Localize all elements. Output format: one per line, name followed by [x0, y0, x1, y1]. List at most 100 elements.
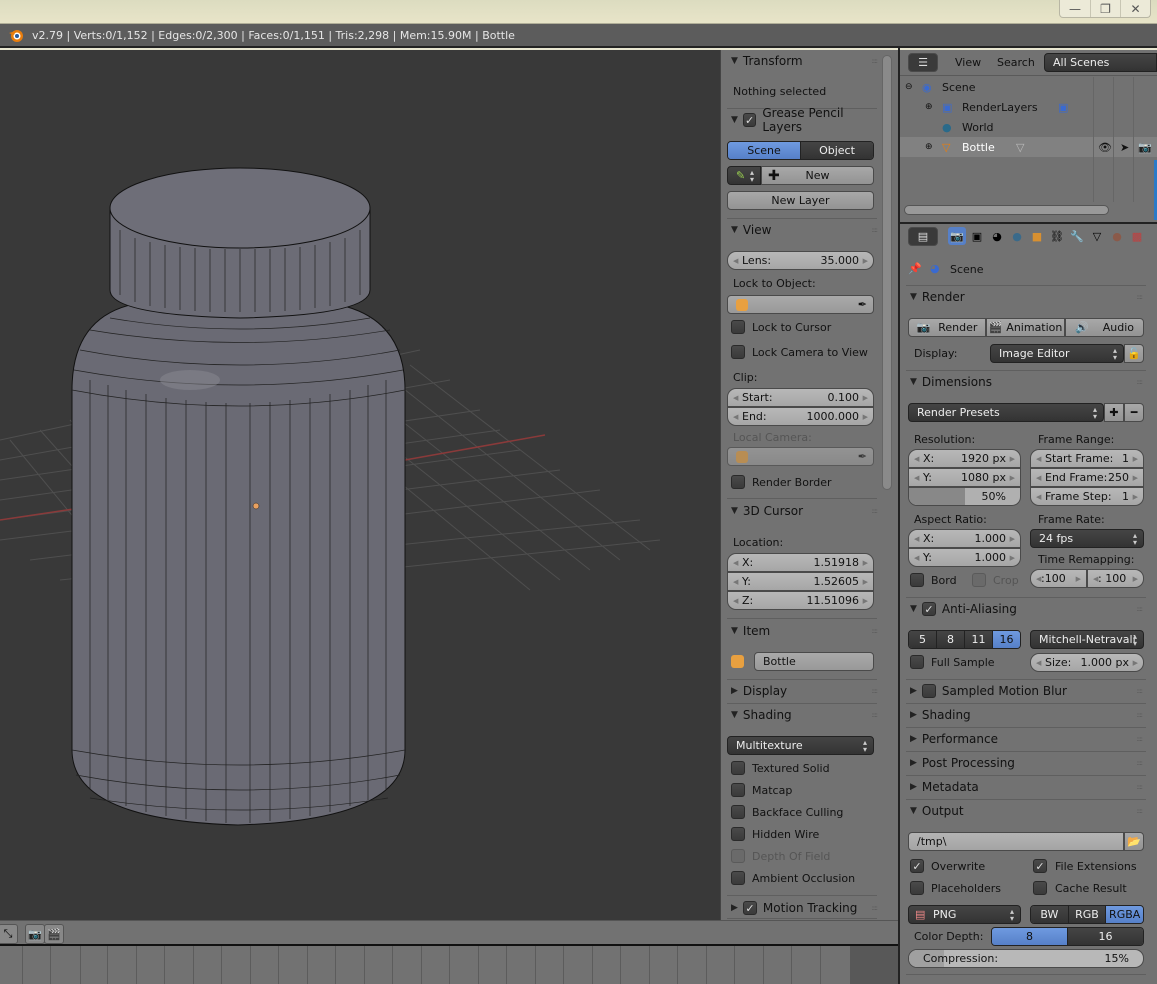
bottle-mesh[interactable] — [71, 167, 406, 826]
file-format-dropdown[interactable]: ▤ PNG ▴ ▾ — [908, 905, 1021, 924]
display-panel-header[interactable]: ▶ Display:::: — [721, 680, 881, 702]
dimensions-panel-header[interactable]: ▼ Dimensions:::: — [900, 371, 1146, 393]
drag-handle-icon[interactable]: :::: — [1137, 378, 1144, 386]
render-button[interactable]: 📷 Render — [908, 318, 986, 337]
render-border-checkbox[interactable] — [731, 475, 745, 489]
resolution-percentage-slider[interactable]: 50% — [908, 487, 1021, 506]
border-checkbox[interactable] — [910, 573, 924, 587]
blender-logo-icon[interactable] — [8, 27, 24, 43]
3d-viewport[interactable] — [0, 50, 720, 920]
color-mode-rgba[interactable]: RGBA — [1105, 906, 1143, 923]
fullscreen-toggle-icon[interactable]: ⤡ — [0, 924, 18, 944]
tab-render-icon[interactable]: 📷 — [948, 227, 966, 245]
cursor-y-field[interactable]: ◀ Y: 1.52605 ▶ — [727, 572, 874, 591]
overwrite-checkbox[interactable]: ✓ — [910, 859, 924, 873]
tab-scene-icon[interactable]: ◕ — [988, 227, 1006, 245]
object-toggle[interactable]: Object — [800, 142, 873, 159]
frame-step-field[interactable]: ◀ Frame Step: 1 ▶ — [1030, 487, 1144, 506]
textured-solid-checkbox[interactable] — [731, 761, 745, 775]
ambient-occlusion-checkbox[interactable] — [731, 871, 745, 885]
tree-item-bottle[interactable]: ⊕ ▽ Bottle ▽ 👁 ➤ 📷 — [900, 137, 1157, 157]
drag-handle-icon[interactable]: :::: — [1137, 711, 1144, 719]
editor-type-dropdown[interactable]: ☰ — [908, 53, 938, 72]
tree-item-renderlayers[interactable]: ⊕ ▣ RenderLayers ▣ — [900, 97, 1157, 117]
time-remap-old-field[interactable]: ◀:100 ▶ — [1030, 569, 1087, 588]
view-panel-header[interactable]: ▼ View:::: — [721, 219, 881, 241]
close-button[interactable]: ✕ — [1120, 0, 1150, 17]
drag-handle-icon[interactable]: :::: — [872, 687, 879, 695]
color-depth-8[interactable]: 8 — [992, 928, 1067, 945]
object-name-field[interactable]: Bottle — [754, 652, 874, 671]
drag-handle-icon[interactable]: :::: — [1137, 807, 1144, 815]
drag-handle-icon[interactable]: :::: — [872, 507, 879, 515]
render-animation-icon[interactable]: 🎬 — [44, 924, 64, 944]
color-depth-16[interactable]: 16 — [1067, 928, 1143, 945]
output-path-field[interactable]: /tmp\ — [908, 832, 1124, 851]
drag-handle-icon[interactable]: :::: — [1137, 735, 1144, 743]
render-still-icon[interactable]: 📷 — [25, 924, 45, 944]
lock-interface-button[interactable]: 🔓 — [1124, 344, 1144, 363]
resolution-x-field[interactable]: ◀ X: 1920 px ▶ — [908, 449, 1021, 468]
post-processing-panel-header[interactable]: ▶ Post Processing:::: — [900, 752, 1146, 774]
aa-samples-16[interactable]: 16 — [992, 631, 1020, 648]
eyedropper-icon[interactable]: ✒ — [858, 298, 867, 311]
scene-toggle[interactable]: Scene — [728, 142, 800, 159]
performance-panel-header[interactable]: ▶ Performance:::: — [900, 728, 1146, 750]
clip-end-field[interactable]: ◀ End: 1000.000 ▶ — [727, 407, 874, 426]
collapse-icon[interactable]: ⊖ — [905, 82, 913, 92]
filter-size-field[interactable]: ◀ Size: 1.000 px ▶ — [1030, 653, 1144, 672]
backface-culling-checkbox[interactable] — [731, 805, 745, 819]
shading-mode-dropdown[interactable]: Multitexture ▴ ▾ — [727, 736, 874, 755]
timeline-area[interactable] — [0, 946, 898, 984]
clip-start-field[interactable]: ◀ Start: 0.100 ▶ — [727, 388, 874, 407]
drag-handle-icon[interactable]: :::: — [872, 711, 879, 719]
motion-blur-checkbox[interactable] — [921, 684, 936, 698]
file-extensions-checkbox[interactable]: ✓ — [1033, 859, 1047, 873]
drag-handle-icon[interactable]: :::: — [872, 904, 879, 912]
drag-handle-icon[interactable]: :::: — [1137, 605, 1144, 613]
remove-preset-button[interactable]: ━ — [1124, 403, 1144, 422]
aa-samples-11[interactable]: 11 — [964, 631, 992, 648]
render-display-dropdown[interactable]: Image Editor ▴ ▾ — [990, 344, 1124, 363]
shading-panel-header[interactable]: ▼ Shading:::: — [721, 704, 881, 726]
visibility-eye-icon[interactable]: 👁 — [1098, 141, 1112, 154]
tree-item-scene[interactable]: ⊖ ◉ Scene — [900, 77, 1157, 97]
metadata-panel-header[interactable]: ▶ Metadata:::: — [900, 776, 1146, 798]
placeholders-checkbox[interactable] — [910, 881, 924, 895]
end-frame-field[interactable]: ◀ End Frame: 250 ▶ — [1030, 468, 1144, 487]
viewport-scene[interactable] — [0, 50, 720, 920]
aspect-x-field[interactable]: ◀ X: 1.000 ▶ — [908, 529, 1021, 548]
full-sample-checkbox[interactable] — [910, 655, 924, 669]
motion-tracking-checkbox[interactable]: ✓ — [742, 901, 757, 915]
crop-checkbox[interactable] — [972, 573, 986, 587]
drag-handle-icon[interactable]: :::: — [872, 57, 879, 65]
drag-handle-icon[interactable]: :::: — [1137, 293, 1144, 301]
render-presets-dropdown[interactable]: Render Presets ▴ ▾ — [908, 403, 1104, 422]
tab-world-icon[interactable]: ● — [1008, 227, 1026, 245]
audio-button[interactable]: 🔊 Audio — [1065, 318, 1144, 337]
motion-tracking-header[interactable]: ▶ ✓ Motion Tracking:::: — [721, 897, 881, 919]
time-remap-new-field[interactable]: ◀: 100 ▶ — [1087, 569, 1144, 588]
editor-type-dropdown[interactable]: ▤ — [908, 227, 938, 246]
tab-render-layers-icon[interactable]: ▣ — [968, 227, 986, 245]
expand-icon[interactable]: ⊕ — [925, 142, 933, 152]
color-mode-bw[interactable]: BW — [1031, 906, 1068, 923]
aa-filter-dropdown[interactable]: Mitchell-Netravali ▴ ▾ — [1030, 630, 1144, 649]
anti-aliasing-panel-header[interactable]: ▼ ✓ Anti-Aliasing:::: — [900, 598, 1146, 620]
shelf-scrollbar[interactable] — [882, 55, 892, 490]
hidden-wire-checkbox[interactable] — [731, 827, 745, 841]
item-panel-header[interactable]: ▼ Item:::: — [721, 620, 881, 642]
outliner-horizontal-scrollbar[interactable] — [904, 205, 1109, 215]
new-layer-button[interactable]: New Layer — [727, 191, 874, 210]
anti-aliasing-checkbox[interactable]: ✓ — [921, 602, 936, 616]
3d-cursor-panel-header[interactable]: ▼ 3D Cursor:::: — [721, 500, 881, 522]
new-grease-pencil-button[interactable]: ✚ New — [761, 166, 874, 185]
local-camera-field[interactable]: ✒ — [727, 447, 874, 466]
lock-object-field[interactable]: ✒ — [727, 295, 874, 314]
cursor-x-field[interactable]: ◀ X: 1.51918 ▶ — [727, 553, 874, 572]
selectable-cursor-icon[interactable]: ➤ — [1120, 141, 1129, 154]
lock-camera-checkbox[interactable] — [731, 345, 745, 359]
restore-button[interactable]: ❐ — [1090, 0, 1120, 17]
lens-field[interactable]: ◀ Lens: 35.000 ▶ — [727, 251, 874, 270]
frame-rate-dropdown[interactable]: 24 fps ▴ ▾ — [1030, 529, 1144, 548]
